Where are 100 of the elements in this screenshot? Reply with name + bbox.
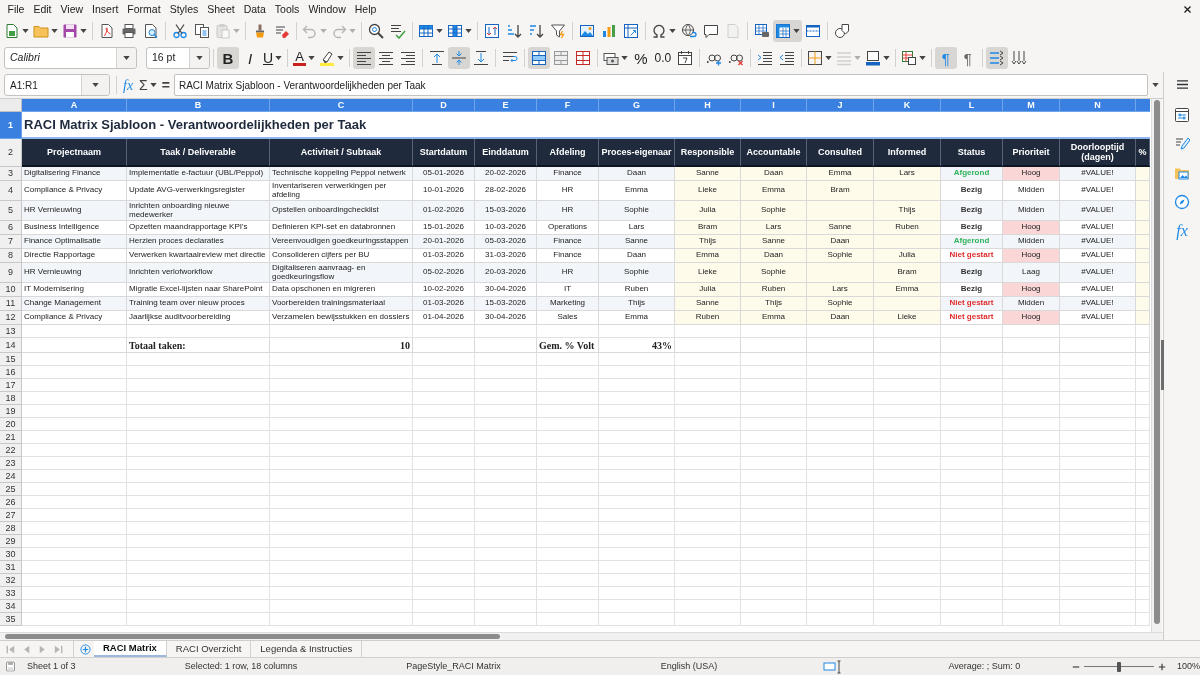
row-header[interactable]: 24: [0, 470, 22, 483]
column-header[interactable]: A: [22, 99, 127, 112]
font-size-field[interactable]: 16 pt: [146, 47, 210, 69]
name-box[interactable]: A1:R1: [4, 74, 110, 96]
column-header[interactable]: G: [599, 99, 675, 112]
row-header[interactable]: 26: [0, 496, 22, 509]
zoom-in-button[interactable]: [1157, 661, 1167, 672]
empty-cell: [537, 522, 599, 535]
menu-item[interactable]: Format: [122, 2, 166, 16]
font-name-field[interactable]: Calibri: [4, 47, 137, 69]
empty-cell: [475, 574, 537, 587]
column-header[interactable]: C: [270, 99, 413, 112]
horizontal-text-button[interactable]: [985, 47, 1008, 69]
row-header[interactable]: 31: [0, 561, 22, 574]
column-header[interactable]: I: [741, 99, 807, 112]
align-left-button[interactable]: [352, 47, 375, 69]
empty-cell: [807, 496, 874, 509]
menu-item[interactable]: Data: [239, 2, 271, 16]
column-header[interactable]: J: [807, 99, 874, 112]
row-header[interactable]: 13: [0, 325, 22, 338]
row-header[interactable]: 5: [0, 201, 22, 221]
scrollbar-thumb[interactable]: [1154, 100, 1160, 624]
row-header[interactable]: 15: [0, 353, 22, 366]
row-header[interactable]: 18: [0, 392, 22, 405]
column-header[interactable]: L: [941, 99, 1003, 112]
row-header[interactable]: 8: [0, 249, 22, 263]
column-header[interactable]: H: [675, 99, 741, 112]
row-header[interactable]: 16: [0, 366, 22, 379]
row-header[interactable]: 23: [0, 457, 22, 470]
percent-format-button[interactable]: %: [629, 47, 652, 69]
redo-icon: [331, 23, 347, 39]
row-header[interactable]: 4: [0, 181, 22, 201]
scrollbar-thumb[interactable]: [5, 634, 500, 639]
row-header[interactable]: 3: [0, 167, 22, 181]
row-header[interactable]: 17: [0, 379, 22, 392]
close-icon: [1182, 4, 1192, 14]
formula-button[interactable]: =: [159, 75, 172, 95]
row-header[interactable]: 7: [0, 235, 22, 249]
row-header[interactable]: 22: [0, 444, 22, 457]
vertical-scrollbar[interactable]: [1151, 99, 1162, 632]
row-header[interactable]: 12: [0, 311, 22, 325]
column-header[interactable]: K: [874, 99, 941, 112]
row-header[interactable]: 25: [0, 483, 22, 496]
table-cell: Niet gestart: [941, 311, 1003, 325]
zoom-slider[interactable]: [1084, 661, 1154, 672]
merge-center-button[interactable]: [527, 47, 550, 69]
row-header[interactable]: 10: [0, 283, 22, 297]
row-header[interactable]: 27: [0, 509, 22, 522]
menu-item[interactable]: Sheet: [202, 2, 240, 16]
row-header[interactable]: 2: [0, 139, 22, 167]
row-header[interactable]: 9: [0, 263, 22, 283]
empty-cell: [741, 509, 807, 522]
menu-item[interactable]: Insert: [87, 2, 123, 16]
row-header[interactable]: 34: [0, 600, 22, 613]
italic-button[interactable]: I: [239, 47, 261, 69]
formula-input[interactable]: RACI Matrix Sjabloon - Verantwoordelijkheden per Taak: [173, 74, 1148, 96]
row-header[interactable]: 19: [0, 405, 22, 418]
empty-cell: [475, 561, 537, 574]
empty-cell: [1003, 509, 1060, 522]
menu-item[interactable]: View: [56, 2, 88, 16]
underline-button[interactable]: U: [261, 47, 285, 69]
menu-item[interactable]: Help: [350, 2, 381, 16]
column-header[interactable]: M: [1003, 99, 1060, 112]
row-header[interactable]: 28: [0, 522, 22, 535]
bold-button[interactable]: B: [217, 47, 239, 69]
menu-item[interactable]: Window: [303, 2, 351, 16]
menu-item[interactable]: Styles: [165, 2, 203, 16]
menu-item[interactable]: File: [3, 2, 29, 16]
column-header[interactable]: F: [537, 99, 599, 112]
row-header[interactable]: 30: [0, 548, 22, 561]
dropdown-button[interactable]: [189, 48, 209, 68]
row-header[interactable]: 6: [0, 221, 22, 235]
empty-cell: [413, 353, 475, 366]
row-header[interactable]: 1: [0, 112, 22, 139]
number-format-button[interactable]: 0.0: [651, 47, 674, 69]
right-to-left-button[interactable]: ¶: [956, 47, 979, 69]
freeze-panes-button[interactable]: [773, 20, 802, 42]
dropdown-button[interactable]: [116, 48, 136, 68]
sheet-tab[interactable]: RACI Matrix: [94, 641, 167, 657]
row-header[interactable]: 21: [0, 431, 22, 444]
column-header[interactable]: N: [1060, 99, 1136, 112]
row-header[interactable]: 29: [0, 535, 22, 548]
table-cell: Verzamelen bewijsstukken en dossiers: [270, 311, 413, 325]
sum-button[interactable]: Σ: [137, 75, 159, 95]
column-header[interactable]: E: [475, 99, 537, 112]
slider-thumb[interactable]: [1117, 661, 1122, 672]
sidebar-handle[interactable]: [1161, 340, 1164, 390]
menu-item[interactable]: Edit: [28, 2, 56, 16]
row-header[interactable]: 32: [0, 574, 22, 587]
font-color-button[interactable]: A: [291, 47, 317, 69]
row-header[interactable]: 33: [0, 587, 22, 600]
column-header[interactable]: B: [127, 99, 270, 112]
column-header[interactable]: D: [413, 99, 475, 112]
row-header[interactable]: 14: [0, 338, 22, 353]
empty-cell: [537, 418, 599, 431]
table-cell: Sophie: [741, 263, 807, 283]
menu-item[interactable]: Tools: [270, 2, 304, 16]
row-header[interactable]: 11: [0, 297, 22, 311]
row-header[interactable]: 35: [0, 613, 22, 626]
row-header[interactable]: 20: [0, 418, 22, 431]
